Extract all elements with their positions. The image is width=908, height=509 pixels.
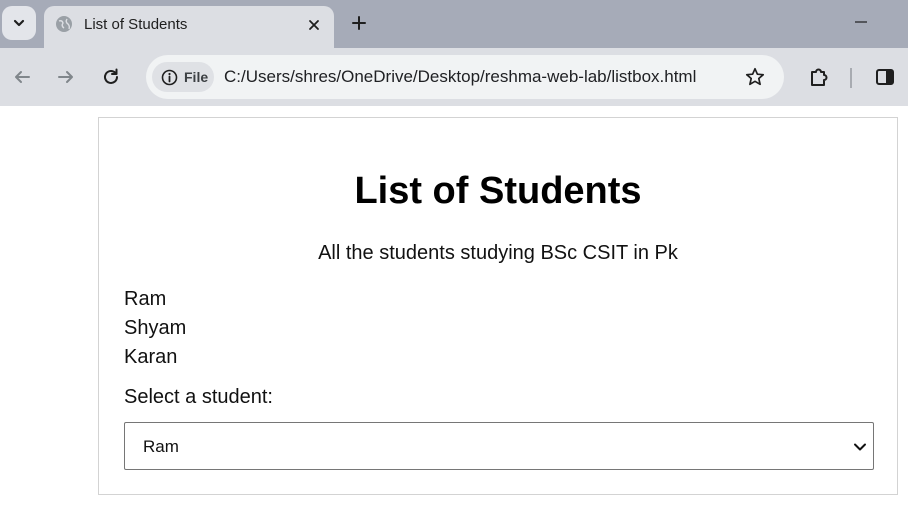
arrow-left-icon <box>15 71 30 83</box>
site-chip-label: File <box>184 69 209 85</box>
student-list: Ram Shyam Karan <box>124 285 186 372</box>
plus-icon <box>352 16 366 30</box>
minimize-button[interactable] <box>846 12 876 32</box>
tab-search-button[interactable] <box>2 6 36 40</box>
new-tab-button[interactable] <box>346 10 372 36</box>
side-panel-button[interactable] <box>872 64 898 90</box>
student-item: Shyam <box>124 317 187 339</box>
minimize-icon <box>855 21 867 23</box>
student-select[interactable]: Ram <box>124 422 874 470</box>
page-title: List of Students <box>354 170 642 212</box>
reload-icon <box>104 68 118 84</box>
forward-button[interactable] <box>53 64 79 90</box>
tab-close-button[interactable] <box>303 14 325 36</box>
reload-button[interactable] <box>98 64 124 90</box>
puzzle-icon <box>811 68 828 86</box>
page-subtitle: All the students studying BSc CSIT in Pk <box>318 242 678 264</box>
bookmark-button[interactable] <box>743 65 767 89</box>
arrow-right-icon <box>58 71 73 83</box>
toolbar-separator <box>850 68 852 88</box>
info-icon <box>161 69 178 85</box>
address-bar[interactable]: File C:/Users/shres/OneDrive/Desktop/res… <box>146 55 784 99</box>
site-info-chip[interactable]: File <box>152 62 214 92</box>
browser-toolbar: File C:/Users/shres/OneDrive/Desktop/res… <box>0 48 908 106</box>
tab-strip: List of Students <box>0 0 908 48</box>
url-text[interactable]: C:/Users/shres/OneDrive/Desktop/reshma-w… <box>224 67 696 87</box>
select-label: Select a student: <box>124 386 273 408</box>
student-list-container: List of Students All the students studyi… <box>98 117 898 495</box>
globe-icon <box>56 16 72 32</box>
back-button[interactable] <box>9 64 35 90</box>
active-tab[interactable]: List of Students <box>44 6 334 48</box>
chevron-down-icon <box>854 443 866 451</box>
extensions-button[interactable] <box>806 64 832 90</box>
star-icon <box>745 67 765 86</box>
student-item: Ram <box>124 288 167 310</box>
close-icon <box>309 20 319 30</box>
side-panel-icon <box>876 69 894 85</box>
student-item: Karan <box>124 346 178 368</box>
tab-title: List of Students <box>84 16 188 33</box>
chevron-down-icon <box>13 19 25 27</box>
select-value: Ram <box>143 437 179 456</box>
